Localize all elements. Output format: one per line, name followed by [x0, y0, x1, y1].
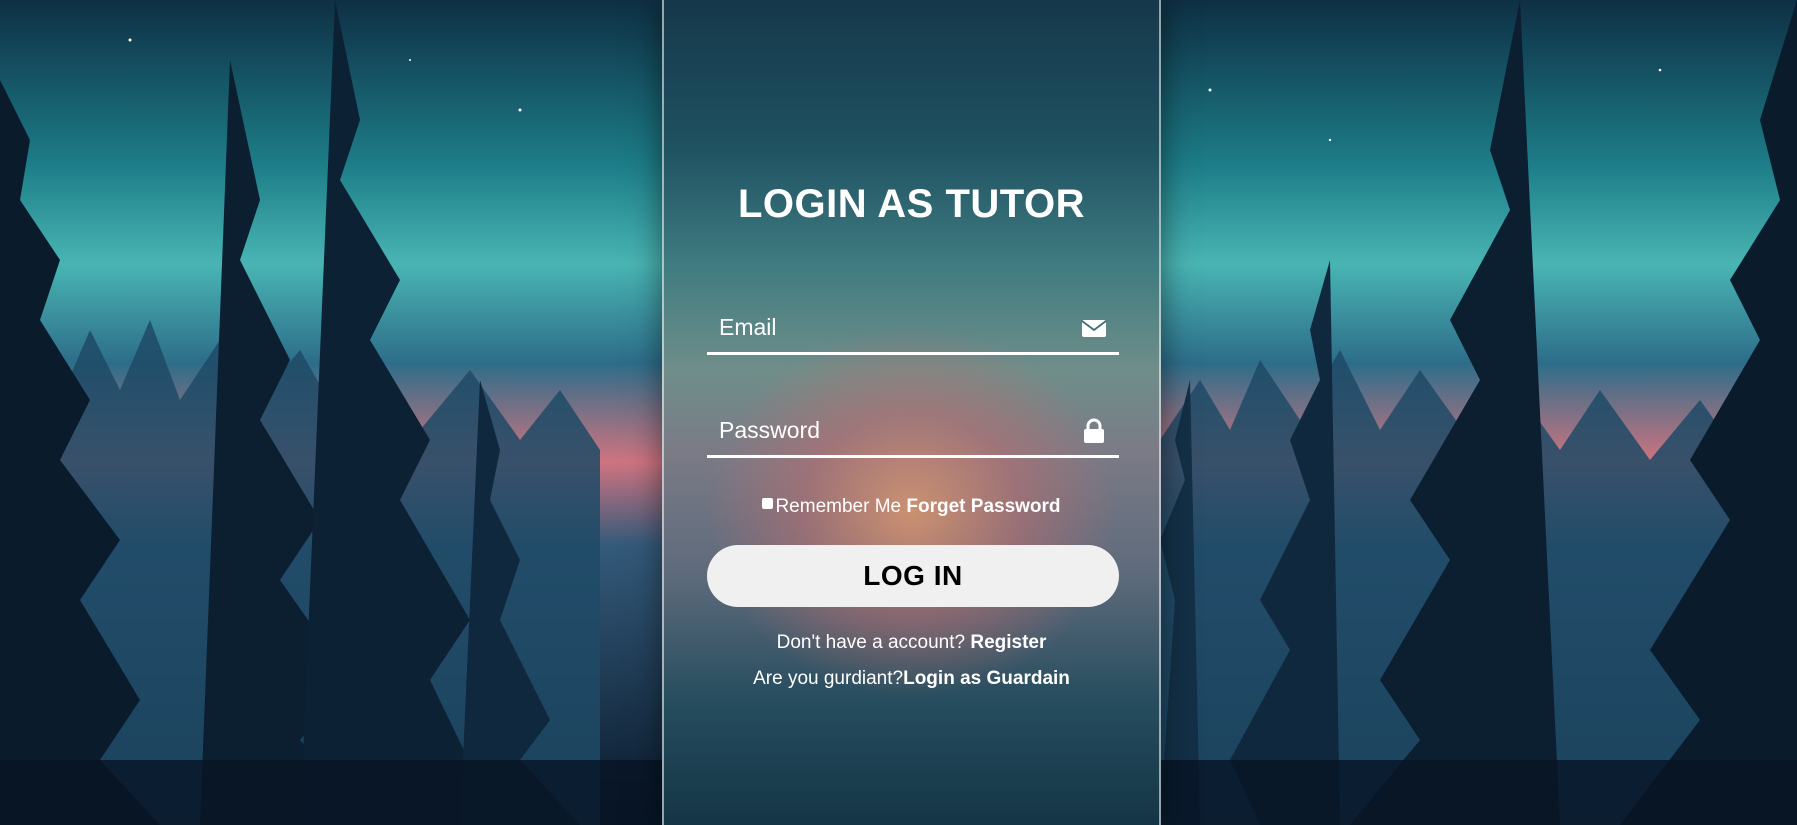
email-input[interactable] [707, 303, 1079, 351]
register-row: Don't have a account? Register [664, 632, 1159, 654]
email-field-group [707, 303, 1119, 355]
remember-row: Remember Me Forget Password [664, 496, 1159, 518]
remember-label: Remember Me [775, 496, 902, 517]
password-field-group [707, 406, 1119, 458]
envelope-icon [1081, 320, 1107, 337]
register-prompt: Don't have a account? [776, 632, 966, 653]
remember-checkbox[interactable] [762, 498, 774, 509]
guardian-login-link[interactable]: Login as Guardain [903, 668, 1070, 689]
guardian-prompt: Are you gurdiant? [753, 668, 904, 689]
lock-icon [1084, 418, 1104, 443]
forget-password-link[interactable]: Forget Password [906, 496, 1060, 517]
login-panel: LOGIN AS TUTOR Remember Me Forget Passwo… [662, 0, 1161, 825]
guardian-row: Are you gurdiant?Login as Guardain [664, 668, 1159, 690]
page-title: LOGIN AS TUTOR [738, 182, 1085, 226]
register-link[interactable]: Register [970, 632, 1046, 653]
password-input[interactable] [707, 406, 1079, 454]
login-button[interactable]: LOG IN [707, 545, 1119, 607]
